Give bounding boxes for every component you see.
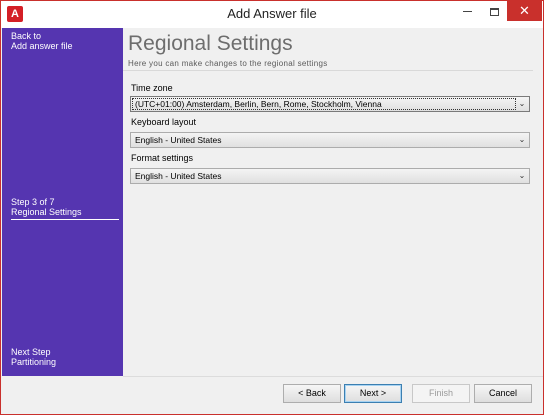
current-step: Step 3 of 7 Regional Settings — [11, 197, 82, 217]
main-content: Regional Settings Here you can make chan… — [123, 28, 533, 376]
wizard-sidebar: Back to Add answer file Step 3 of 7 Regi… — [2, 28, 123, 376]
finish-button[interactable]: Finish — [412, 384, 470, 403]
next-step-info: Next Step Partitioning — [11, 347, 56, 367]
footer-divider — [123, 376, 543, 377]
page-title: Regional Settings — [128, 32, 293, 55]
step-counter: Step 3 of 7 — [11, 197, 55, 207]
page-subtitle: Here you can make changes to the regiona… — [128, 59, 328, 68]
step-name: Regional Settings — [11, 207, 82, 217]
timezone-value: (UTC+01:00) Amsterdam, Berlin, Bern, Rom… — [135, 99, 382, 109]
back-button[interactable]: < Back — [283, 384, 341, 403]
next-step-name: Partitioning — [11, 357, 57, 367]
close-button[interactable]: ✕ — [507, 1, 542, 21]
keyboard-layout-label: Keyboard layout — [131, 117, 197, 127]
chevron-down-icon: ⌄ — [518, 171, 526, 180]
back-to-label: Back to — [11, 31, 42, 41]
format-settings-dropdown[interactable]: English - United States ⌄ — [130, 168, 530, 184]
chevron-down-icon: ⌄ — [518, 99, 526, 108]
keyboard-layout-value: English - United States — [135, 135, 222, 145]
cancel-button[interactable]: Cancel — [474, 384, 532, 403]
timezone-label: Time zone — [131, 83, 173, 93]
format-settings-label: Format settings — [131, 153, 194, 163]
chevron-down-icon: ⌄ — [518, 135, 526, 144]
back-to-link[interactable]: Back to Add answer file — [11, 31, 73, 51]
next-button[interactable]: Next > — [344, 384, 402, 403]
close-icon: ✕ — [519, 3, 530, 18]
add-answer-file-window: A Add Answer file ✕ Back to Add answer f… — [0, 0, 544, 415]
format-settings-value: English - United States — [135, 171, 222, 181]
back-to-target: Add answer file — [11, 41, 73, 51]
minimize-button[interactable] — [453, 1, 481, 21]
next-step-label: Next Step — [11, 347, 51, 357]
maximize-icon — [489, 8, 499, 16]
header-divider — [123, 70, 533, 71]
timezone-dropdown[interactable]: (UTC+01:00) Amsterdam, Berlin, Bern, Rom… — [130, 96, 530, 112]
keyboard-layout-dropdown[interactable]: English - United States ⌄ — [130, 132, 530, 148]
step-divider — [11, 219, 119, 220]
minimize-icon — [462, 11, 472, 12]
maximize-button[interactable] — [481, 1, 507, 21]
title-bar[interactable]: A Add Answer file ✕ — [1, 1, 543, 28]
